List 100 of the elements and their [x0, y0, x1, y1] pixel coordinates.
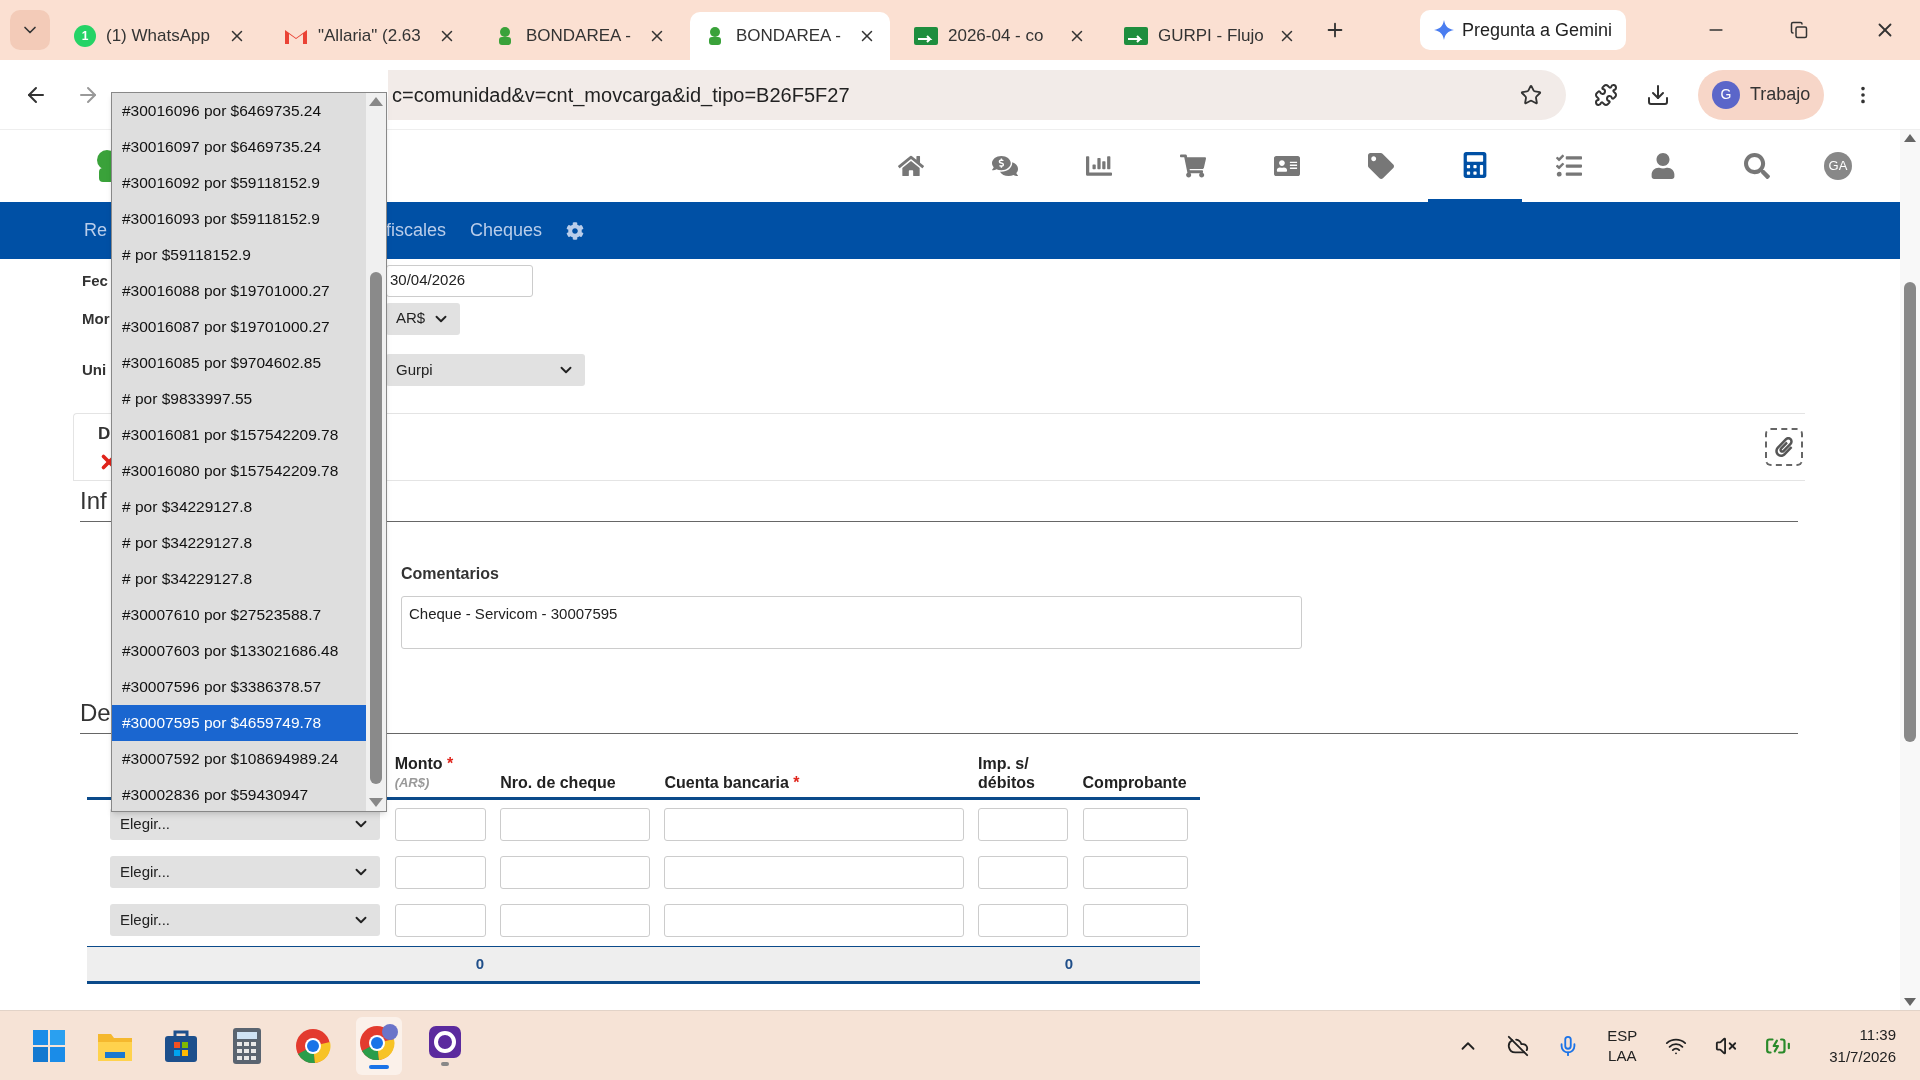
calculator-icon[interactable]	[233, 1027, 261, 1064]
app-icon[interactable]	[429, 1025, 461, 1058]
bar-chart-icon	[1086, 153, 1112, 179]
dropdown-option[interactable]: # por $34229127.8	[112, 561, 366, 597]
tab-title: "Allaria" (2.63	[318, 25, 422, 48]
extensions-icon[interactable]	[1594, 82, 1618, 107]
browser-tab[interactable]: 2026-04 - co	[900, 12, 1100, 60]
dropdown-option[interactable]: #30016087 por $19701000.27	[112, 309, 366, 345]
section-title: De	[80, 699, 111, 726]
tab-title: BONDAREA -	[526, 25, 632, 48]
select-field[interactable]: Elegir...	[110, 856, 380, 888]
input-field[interactable]	[664, 903, 965, 937]
envelope-icon	[284, 27, 308, 45]
bookmark-star-icon[interactable]	[1520, 83, 1542, 106]
calculator-icon	[1462, 151, 1488, 178]
menu-link[interactable]: fiscales	[386, 217, 447, 244]
comments-textarea[interactable]: Cheque - Servicom - 30007595	[401, 596, 1302, 649]
input-field[interactable]	[500, 903, 651, 937]
dropdown-option[interactable]: #30007595 por $4659749.78	[112, 705, 366, 741]
paperclip-icon	[1774, 437, 1794, 457]
dropdown-option[interactable]: #30016092 por $59118152.9	[112, 165, 366, 201]
dropdown-option[interactable]: # por $34229127.8	[112, 489, 366, 525]
tab-title: GURPI - Flujo	[1158, 25, 1265, 48]
clock[interactable]: 11:39 31/7/2026	[1829, 1023, 1896, 1068]
dropdown-option[interactable]: #30016081 por $157542209.78	[112, 417, 366, 453]
dropdown-option[interactable]: #30016097 por $6469735.24	[112, 129, 366, 165]
store-bag-icon[interactable]	[164, 1028, 198, 1063]
input-field[interactable]	[500, 855, 651, 889]
attach-button[interactable]	[1765, 428, 1803, 466]
input-field[interactable]	[978, 855, 1068, 889]
scroll-up-icon[interactable]	[1904, 134, 1916, 142]
tab-title: (1) WhatsApp	[106, 25, 211, 48]
scrollbar-thumb[interactable]	[370, 272, 382, 784]
dropdown-option[interactable]: #30007592 por $108694989.24	[112, 741, 366, 777]
dropdown-option[interactable]: #30016088 por $19701000.27	[112, 273, 366, 309]
input-field[interactable]	[500, 807, 651, 841]
select-field[interactable]: Gurpi	[386, 354, 585, 386]
id-card-icon	[1274, 153, 1300, 179]
download-icon[interactable]	[1646, 82, 1670, 107]
dropdown-list[interactable]	[111, 92, 387, 812]
dropdown-option[interactable]: #30007603 por $133021686.48	[112, 633, 366, 669]
column-header: Nro. de cheque	[500, 773, 616, 792]
scrollbar[interactable]	[1900, 130, 1920, 1010]
profile-chip[interactable]: G Trabajo	[1698, 69, 1825, 120]
input-field[interactable]	[978, 807, 1068, 841]
tab-title: BONDAREA -	[736, 25, 842, 48]
dropdown-option[interactable]: #30016093 por $59118152.9	[112, 201, 366, 237]
select-field[interactable]: Elegir...	[110, 904, 380, 936]
scroll-down-icon[interactable]	[369, 798, 383, 807]
restore-icon[interactable]	[1790, 21, 1808, 39]
input-field[interactable]	[664, 807, 965, 841]
chat-dollar-icon	[992, 153, 1018, 179]
select-field[interactable]: AR$	[386, 302, 460, 335]
total-amount: 0	[1064, 954, 1073, 972]
sparkle-icon	[1433, 20, 1454, 40]
settings-icon[interactable]	[566, 221, 585, 240]
taskbar-button[interactable]	[356, 1016, 402, 1075]
tab-title: 2026-04 - co	[948, 25, 1045, 48]
language-indicator[interactable]: ESP LAA	[1607, 1025, 1638, 1066]
scroll-down-icon[interactable]	[1904, 998, 1916, 1006]
user-icon	[1650, 153, 1676, 179]
cloud-off-icon[interactable]	[1507, 1034, 1530, 1057]
address-bar[interactable]: c=comunidad&v=cnt_movcarga&id_tipo=B26F5F27	[388, 69, 1566, 120]
dropdown-option[interactable]: #30007610 por $27523588.7	[112, 597, 366, 633]
input-field[interactable]	[978, 903, 1068, 937]
dropdown-option[interactable]: #30016096 por $6469735.24	[112, 93, 366, 129]
dropdown-option[interactable]: # por $59118152.9	[112, 237, 366, 273]
browser-profile-icon[interactable]	[359, 1022, 399, 1061]
browser-tab[interactable]: 1 (1) WhatsApp	[60, 12, 260, 60]
browser-tab[interactable]: BONDAREA -	[690, 12, 890, 60]
menu-link[interactable]: Cheques	[470, 217, 543, 244]
input-field[interactable]	[1082, 807, 1188, 841]
column-header: Monto *	[394, 753, 454, 773]
user-avatar[interactable]: GA	[1824, 152, 1852, 180]
windows-icon[interactable]	[32, 1028, 66, 1063]
gemini-button[interactable]: Pregunta a Gemini	[1419, 10, 1626, 50]
checklist-icon	[1556, 153, 1582, 179]
input-field[interactable]	[394, 903, 486, 937]
dropdown-option[interactable]: # por $34229127.8	[112, 525, 366, 561]
field-label: Uni	[82, 361, 107, 378]
dropdown-option[interactable]: #30016080 por $157542209.78	[112, 453, 366, 489]
browser-tab[interactable]: BONDAREA -	[480, 12, 680, 60]
input-field[interactable]	[664, 855, 965, 889]
input-field[interactable]	[394, 807, 486, 841]
browser-tab[interactable]: GURPI - Flujo	[1110, 12, 1310, 60]
scroll-up-icon[interactable]	[369, 97, 383, 106]
profile-initial: G	[1712, 80, 1740, 109]
browser-icon[interactable]	[295, 1027, 331, 1064]
dropdown-option[interactable]: # por $9833997.55	[112, 381, 366, 417]
field-label: Fec	[82, 271, 108, 289]
dropdown-option[interactable]: #30016085 por $9704602.85	[112, 345, 366, 381]
scrollbar-thumb[interactable]	[1904, 282, 1916, 742]
field-label: Mor	[82, 309, 110, 327]
section-title: Inf	[80, 487, 107, 514]
input-field[interactable]	[1082, 855, 1188, 889]
browser-tab[interactable]: "Allaria" (2.63	[270, 12, 470, 60]
card-title: D	[98, 423, 112, 446]
input-field[interactable]	[394, 855, 486, 889]
input-field[interactable]	[1082, 903, 1188, 937]
dropdown-option[interactable]: #30007596 por $3386378.57	[112, 669, 366, 705]
